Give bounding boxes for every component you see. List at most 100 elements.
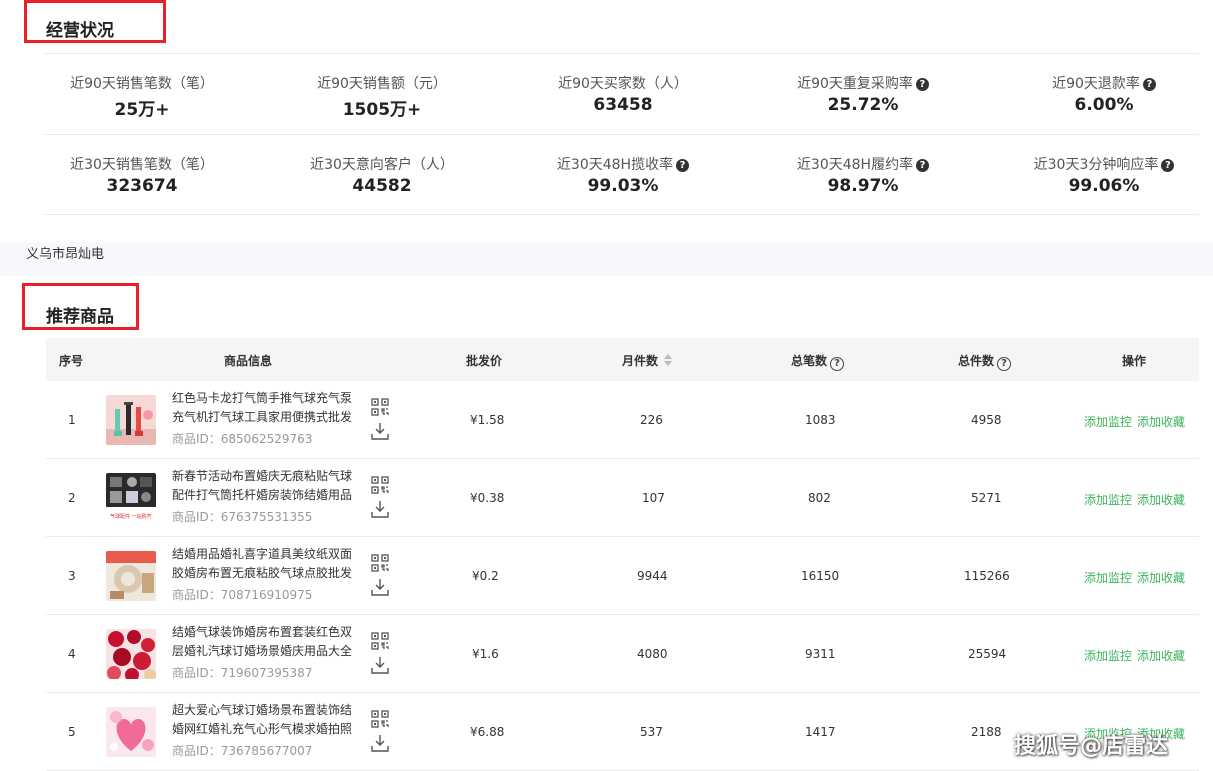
help-icon[interactable]: ? [915, 78, 929, 91]
stat-sales-count-30d: 近30天销售笔数（笔） 323674 [22, 135, 262, 216]
stat-value: 25.72% [827, 95, 899, 115]
stat-response-rate-30d: 近30天3分钟响应率? 99.06% [984, 135, 1213, 216]
add-monitor-link[interactable]: 添加监控 [1084, 649, 1132, 663]
product-info: 结婚气球装饰婚房布置套装红色双层婚礼汽球订婚场景婚庆用品大全 商品ID：7196… [172, 623, 357, 683]
stat-pickup-rate-30d: 近30天48H揽收率? 99.03% [503, 135, 743, 216]
row-monthly: 107 [642, 491, 665, 505]
stats-row-90d: 近90天销售笔数（笔） 25万+ 近90天销售额（元） 1505万+ 近90天买… [44, 53, 1199, 134]
add-collect-link[interactable]: 添加收藏 [1137, 571, 1185, 585]
qrcode-icon[interactable] [371, 398, 389, 416]
sort-icon[interactable] [664, 354, 673, 366]
row-total: 25594 [968, 647, 1007, 661]
download-icon[interactable] [371, 656, 389, 674]
col-orders-label: 总笔数 [791, 354, 828, 368]
row-monthly: 9944 [637, 569, 668, 583]
business-title: 经营状况 [46, 21, 114, 41]
col-total-label: 总件数 [958, 354, 995, 368]
row-ops: 添加监控 添加收藏 [1084, 413, 1190, 430]
product-info: 新春节活动布置婚庆无痕粘贴气球配件打气筒托杆婚房装饰结婚用品 商品ID：6763… [172, 467, 357, 527]
stat-sales-amount-90d: 近90天销售额（元） 1505万+ [262, 54, 502, 135]
qrcode-icon[interactable] [371, 710, 389, 728]
col-info: 商品信息 [224, 354, 273, 368]
col-monthly-label: 月件数 [622, 354, 659, 368]
stat-value: 1505万+ [342, 100, 422, 120]
stat-buyers-90d: 近90天买家数（人） 63458 [503, 54, 743, 135]
product-name[interactable]: 超大爱心气球订婚场景布置装饰结婚网红婚礼充气心形气模求婚拍照 [172, 701, 357, 739]
product-id-value: 685062529763 [220, 432, 313, 446]
row-price: ¥0.38 [470, 491, 505, 505]
product-id-label: 商品ID： [172, 666, 221, 680]
product-id-label: 商品ID： [172, 744, 221, 758]
help-icon[interactable]: ? [1142, 78, 1156, 91]
row-index: 5 [68, 725, 76, 739]
row-monthly: 226 [640, 413, 663, 427]
stat-label: 近90天买家数（人） [558, 76, 688, 92]
product-id: 商品ID：685062529763 [172, 430, 357, 449]
row-monthly: 537 [640, 725, 663, 739]
product-info: 结婚用品婚礼喜字道具美纹纸双面胶婚房布置无痕粘胶气球点胶批发 商品ID：7087… [172, 545, 357, 605]
row-price: ¥6.88 [470, 725, 505, 739]
product-name[interactable]: 结婚用品婚礼喜字道具美纹纸双面胶婚房布置无痕粘胶气球点胶批发 [172, 545, 357, 583]
help-icon[interactable]: ? [997, 357, 1012, 371]
product-info: 红色马卡龙打气筒手推气球充气泵充气机打气球工具家用便携式批发 商品ID：6850… [172, 389, 357, 449]
stat-refund-90d: 近90天退款率? 6.00% [984, 54, 1213, 135]
stat-label: 近90天重复采购率 [797, 76, 913, 92]
product-name[interactable]: 新春节活动布置婚庆无痕粘贴气球配件打气筒托杆婚房装饰结婚用品 [172, 467, 357, 505]
download-icon[interactable] [371, 422, 389, 440]
row-index: 1 [68, 413, 76, 427]
help-icon[interactable]: ? [916, 159, 930, 172]
table-row: 2 气球配件 一站购齐 新春节活动布置婚庆无痕粘贴气球配件打气筒托杆婚房装饰结婚… [46, 459, 1199, 537]
product-name[interactable]: 结婚气球装饰婚房布置套装红色双层婚礼汽球订婚场景婚庆用品大全 [172, 623, 357, 661]
qrcode-icon[interactable] [371, 554, 389, 572]
stat-label: 近90天销售额（元） [317, 76, 447, 92]
stat-value: 6.00% [1074, 95, 1134, 115]
stat-intent-customers-30d: 近30天意向客户（人） 44582 [262, 135, 502, 216]
product-thumbnail[interactable]: 气球配件 一站购齐 [106, 473, 156, 523]
stat-value: 99.03% [587, 176, 659, 196]
row-total: 115266 [964, 569, 1010, 583]
product-id-label: 商品ID： [172, 588, 221, 602]
product-id-value: 736785677007 [220, 744, 313, 758]
row-orders: 1083 [805, 413, 836, 427]
row-monthly: 4080 [637, 647, 668, 661]
row-icons [371, 554, 391, 596]
product-name[interactable]: 红色马卡龙打气筒手推气球充气泵充气机打气球工具家用便携式批发 [172, 389, 357, 427]
col-total: 总件数? [958, 352, 1012, 371]
col-monthly[interactable]: 月件数 [622, 352, 673, 369]
help-icon[interactable]: ? [1161, 159, 1175, 172]
thumbnail-caption: 气球配件 一站购齐 [110, 513, 152, 520]
add-collect-link[interactable]: 添加收藏 [1137, 493, 1185, 507]
stat-repurchase-90d: 近90天重复采购率? 25.72% [743, 54, 983, 135]
download-icon[interactable] [371, 500, 389, 518]
row-total: 4958 [971, 413, 1002, 427]
download-icon[interactable] [371, 578, 389, 596]
help-icon[interactable]: ? [830, 357, 845, 371]
row-orders: 1417 [805, 725, 836, 739]
stat-label: 近90天退款率 [1052, 76, 1140, 92]
download-icon[interactable] [371, 734, 389, 752]
add-monitor-link[interactable]: 添加监控 [1084, 415, 1132, 429]
row-icons [371, 710, 391, 752]
add-collect-link[interactable]: 添加收藏 [1137, 415, 1185, 429]
product-id-value: 708716910975 [220, 588, 313, 602]
product-thumbnail[interactable] [106, 629, 156, 679]
add-collect-link[interactable]: 添加收藏 [1137, 649, 1185, 663]
add-monitor-link[interactable]: 添加监控 [1084, 571, 1132, 585]
qrcode-icon[interactable] [371, 476, 389, 494]
product-id-label: 商品ID： [172, 510, 221, 524]
product-thumbnail[interactable] [106, 551, 156, 601]
product-thumbnail[interactable] [106, 707, 156, 757]
table-header: 序号 商品信息 批发价 月件数 总笔数? 总件数? 操作 [46, 338, 1199, 381]
product-thumbnail[interactable] [106, 395, 156, 445]
col-price: 批发价 [466, 354, 503, 368]
stat-label: 近30天销售笔数（笔） [70, 157, 214, 173]
add-monitor-link[interactable]: 添加监控 [1084, 493, 1132, 507]
col-index: 序号 [59, 354, 84, 368]
col-orders: 总笔数? [791, 352, 845, 371]
help-icon[interactable]: ? [676, 159, 690, 172]
recommend-title: 推荐商品 [46, 307, 114, 327]
table-row: 1 红色马卡龙打气筒手推气球充气泵充气机打气球工具家用便携式批发 商品ID：68… [46, 381, 1199, 459]
product-id: 商品ID：708716910975 [172, 586, 357, 605]
col-ops: 操作 [1122, 354, 1147, 368]
qrcode-icon[interactable] [371, 632, 389, 650]
